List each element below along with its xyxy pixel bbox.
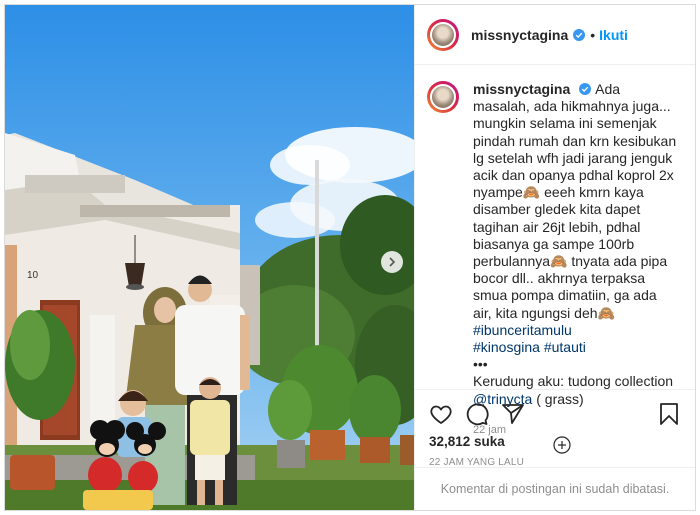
verified-badge-icon [573,28,586,41]
caption-username[interactable]: missnyctagina [473,81,570,97]
post-side-panel: missnyctagina • Ikuti missnyctagina Ada … [414,5,695,510]
outfit-credit: Kerudung aku: tudong collection [473,373,674,390]
follow-button[interactable]: Ikuti [599,27,628,43]
separator-dot: • [590,26,596,43]
house-number: 10 [27,270,39,281]
bookmark-icon[interactable] [657,402,681,426]
hashtag-link[interactable]: #kinosgina [473,339,540,355]
action-icons [429,400,681,428]
instagram-post-modal: 10 missnyctagina • Ikuti missnyctagina A… [4,4,696,511]
caption: missnyctagina Ada masalah, ada hikmahnya… [427,81,683,439]
next-image-button[interactable] [381,251,403,273]
paper-plane-icon[interactable] [501,402,525,426]
caption-area: missnyctagina Ada masalah, ada hikmahnya… [415,65,695,454]
username-link[interactable]: missnyctagina [471,27,568,43]
caption-avatar[interactable] [427,81,459,113]
comments-disabled-notice: Komentar di postingan ini sudah dibatasi… [415,467,695,510]
caption-ellipsis: ••• [473,356,488,373]
like-count[interactable]: 32,812 suka [429,434,681,449]
heart-icon[interactable] [429,402,453,426]
avatar[interactable] [427,18,459,51]
hashtag-link[interactable]: #ibunceritamulu [473,322,572,338]
hashtag-link[interactable]: #utauti [544,339,586,355]
post-photo[interactable]: 10 [5,5,414,510]
caption-text: missnyctagina Ada masalah, ada hikmahnya… [473,81,679,439]
caption-body: Ada masalah, ada hikmahnya juga... mungk… [473,81,677,321]
post-actions: 32,812 suka 22 JAM YANG LALU [415,389,695,468]
verified-badge-icon [579,83,592,95]
comment-icon[interactable] [465,402,489,426]
post-header: missnyctagina • Ikuti [415,5,695,65]
chevron-right-icon [389,257,396,267]
